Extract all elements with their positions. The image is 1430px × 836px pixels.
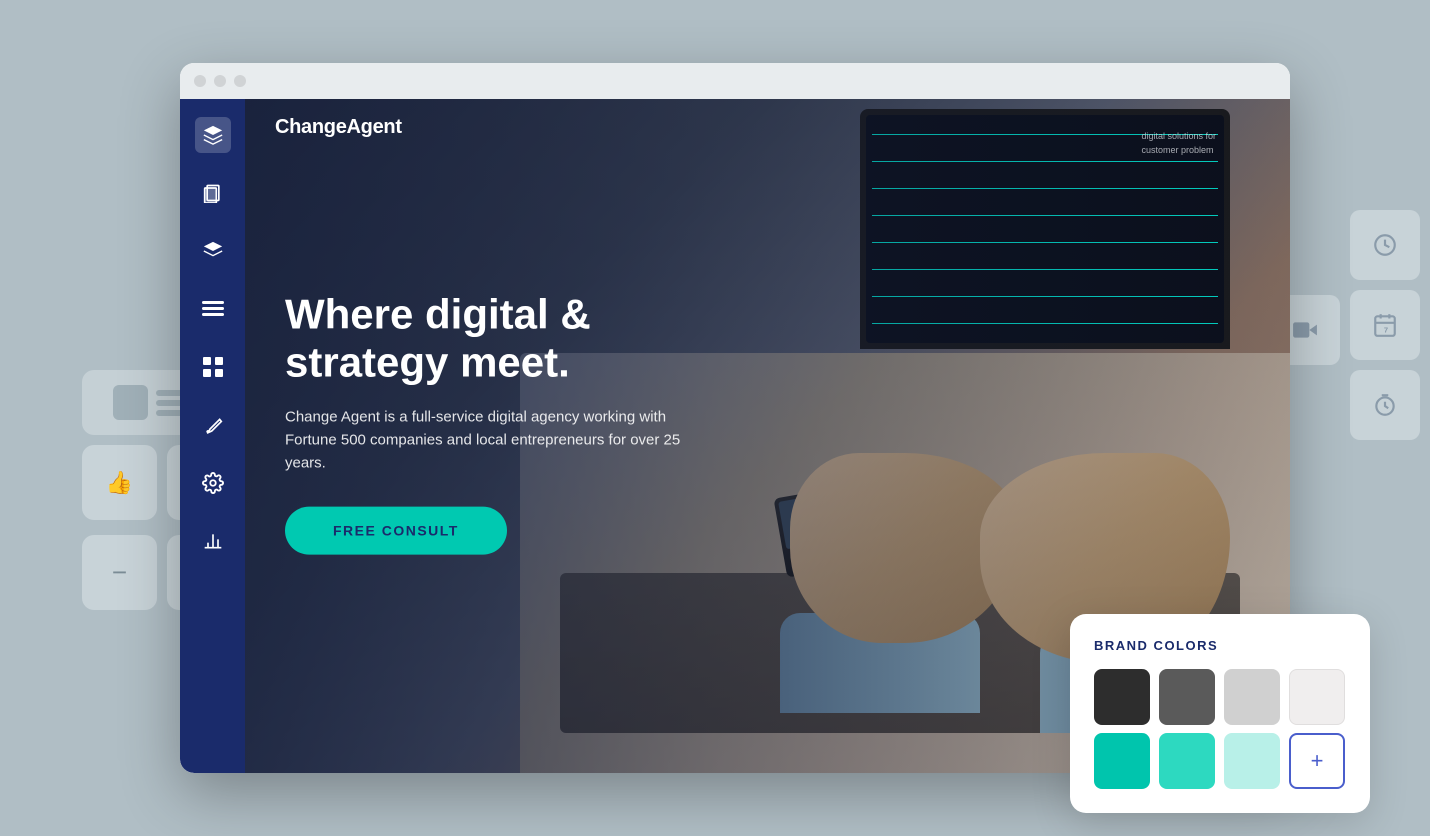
color-swatch-teal-light[interactable] [1224, 733, 1280, 789]
minus-widget[interactable]: − [82, 535, 157, 610]
browser-titlebar [180, 63, 1290, 99]
chart-icon [203, 531, 223, 551]
hero-logo: ChangeAgent [275, 116, 402, 139]
sidebar-icon-pages[interactable] [195, 175, 231, 211]
components-icon [202, 240, 224, 262]
traffic-light-maximize[interactable] [234, 75, 246, 87]
colors-grid: + [1094, 669, 1346, 789]
image-placeholder-icon [113, 385, 148, 420]
layout-icon [202, 301, 224, 317]
calendar-widget[interactable]: 7 [1350, 290, 1420, 360]
add-color-button[interactable]: + [1289, 733, 1345, 789]
browser-window: digital solutions forcustomer problem [180, 63, 1290, 773]
calendar-icon: 7 [1372, 312, 1398, 338]
sidebar [180, 99, 245, 773]
brand-colors-title: BRAND COLORS [1094, 638, 1346, 653]
pages-icon [203, 183, 223, 203]
clock-widget[interactable] [1350, 210, 1420, 280]
timer-widget[interactable] [1350, 370, 1420, 440]
right-widget-col1: 7 [1350, 210, 1420, 440]
color-swatch-teal-dark[interactable] [1094, 733, 1150, 789]
video-icon [1292, 317, 1318, 343]
color-swatch-dark[interactable] [1094, 669, 1150, 725]
sidebar-icon-brush[interactable] [195, 407, 231, 443]
hero-title: Where digital & strategy meet. [285, 291, 705, 388]
color-swatch-white-warm[interactable] [1289, 669, 1345, 725]
sidebar-icon-layers[interactable] [195, 117, 231, 153]
thumbs-up-widget[interactable]: 👍 [82, 445, 157, 520]
layers-icon [202, 124, 224, 146]
color-swatch-teal-mid[interactable] [1159, 733, 1215, 789]
clock-icon [1372, 232, 1398, 258]
grid-icon [203, 357, 223, 377]
color-swatch-gray-light[interactable] [1224, 669, 1280, 725]
settings-icon [202, 472, 224, 494]
svg-text:7: 7 [1384, 326, 1388, 335]
traffic-light-close[interactable] [194, 75, 206, 87]
sidebar-icon-grid[interactable] [195, 349, 231, 385]
color-swatch-gray-dark[interactable] [1159, 669, 1215, 725]
sidebar-icon-settings[interactable] [195, 465, 231, 501]
traffic-light-minimize[interactable] [214, 75, 226, 87]
cta-button[interactable]: FREE CONSULT [285, 507, 507, 555]
hero-navbar: ChangeAgent [245, 99, 1290, 155]
timer-icon [1372, 392, 1398, 418]
brush-icon [203, 415, 223, 435]
brand-colors-panel: BRAND COLORS + [1070, 614, 1370, 813]
sidebar-icon-components[interactable] [195, 233, 231, 269]
hero-text-area: Where digital & strategy meet. Change Ag… [285, 291, 705, 555]
sidebar-icon-chart[interactable] [195, 523, 231, 559]
sidebar-icon-layout[interactable] [195, 291, 231, 327]
hero-subtitle: Change Agent is a full-service digital a… [285, 405, 705, 475]
